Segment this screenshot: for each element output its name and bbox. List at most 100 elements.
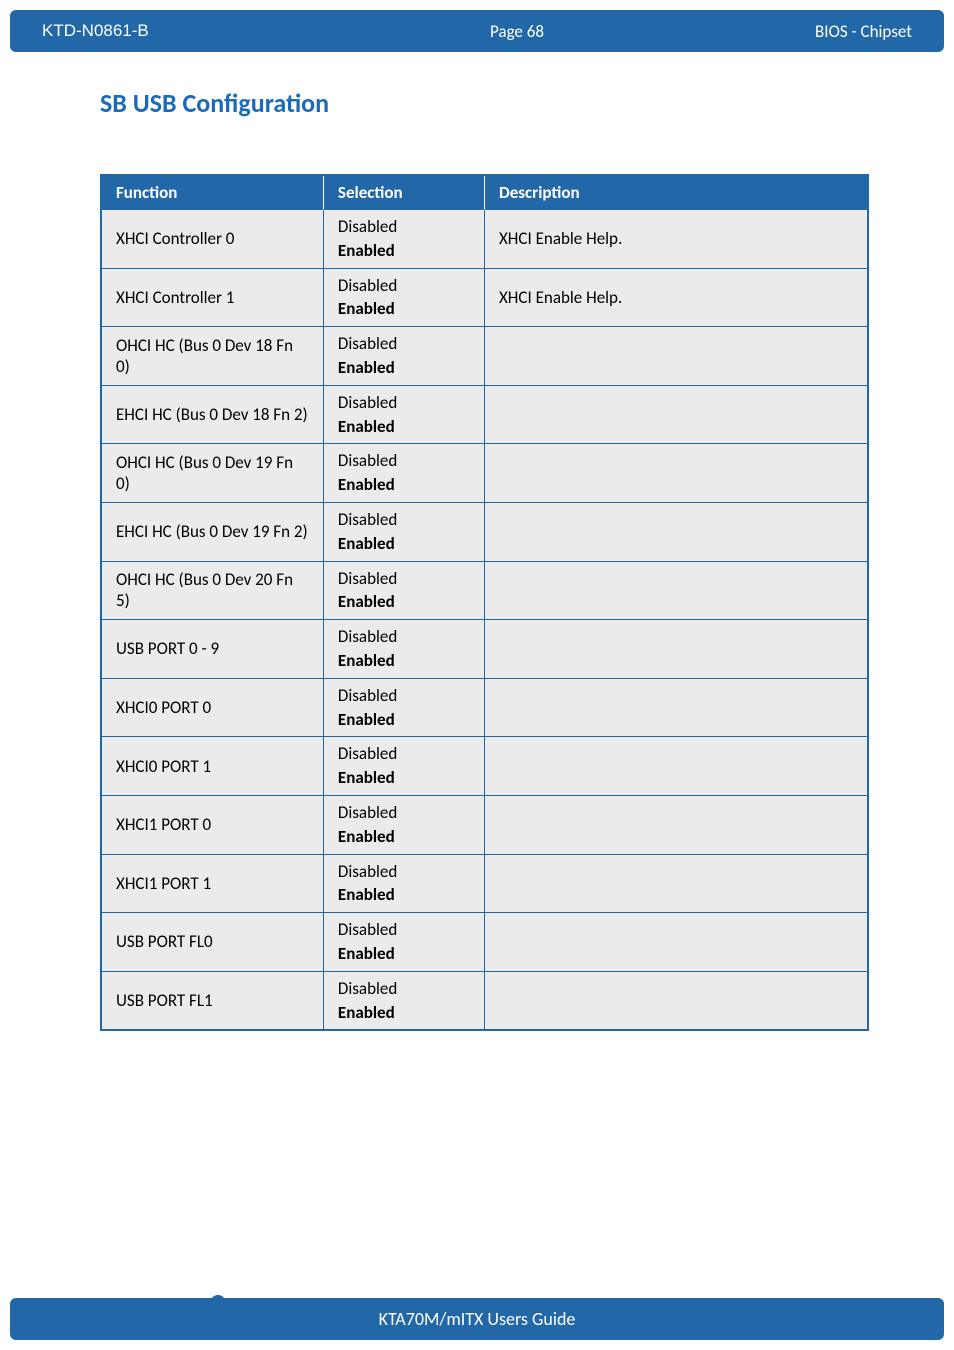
cell-selection: DisabledEnabled (323, 620, 484, 679)
table-row: OHCI HC (Bus 0 Dev 19 Fn 0)DisabledEnabl… (101, 444, 868, 503)
cell-function: USB PORT FL1 (101, 971, 323, 1030)
table-row: EHCI HC (Bus 0 Dev 18 Fn 2)DisabledEnabl… (101, 385, 868, 444)
content-area: SB USB Configuration Function Selection … (0, 52, 954, 1031)
selection-enabled: Enabled (338, 297, 470, 321)
selection-disabled: Disabled (338, 508, 470, 532)
cell-description (484, 678, 868, 737)
cell-function: XHCI0 PORT 0 (101, 678, 323, 737)
cell-function: USB PORT 0 - 9 (101, 620, 323, 679)
page: KTD-N0861-B Page 68 BIOS - Chipset SB US… (0, 0, 954, 1350)
selection-disabled: Disabled (338, 684, 470, 708)
selection-enabled: Enabled (338, 825, 470, 849)
selection-enabled: Enabled (338, 590, 470, 614)
cell-selection: DisabledEnabled (323, 327, 484, 386)
cell-description (484, 795, 868, 854)
cell-description (484, 913, 868, 972)
selection-disabled: Disabled (338, 918, 470, 942)
table-row: XHCI Controller 0DisabledEnabledXHCI Ena… (101, 210, 868, 269)
table-row: EHCI HC (Bus 0 Dev 19 Fn 2)DisabledEnabl… (101, 502, 868, 561)
selection-disabled: Disabled (338, 391, 470, 415)
cell-description: XHCI Enable Help. (484, 210, 868, 269)
cell-function: USB PORT FL0 (101, 913, 323, 972)
selection-disabled: Disabled (338, 801, 470, 825)
selection-enabled: Enabled (338, 766, 470, 790)
page-heading: SB USB Configuration (100, 87, 869, 119)
selection-enabled: Enabled (338, 883, 470, 907)
table-row: XHCI0 PORT 1DisabledEnabled (101, 737, 868, 796)
page-number: Page 68 (342, 21, 692, 42)
selection-disabled: Disabled (338, 332, 470, 356)
header-wrap: KTD-N0861-B Page 68 BIOS - Chipset (0, 0, 954, 52)
footer-wrap: KTA70M/mITX Users Guide (0, 1288, 954, 1350)
cell-description (484, 971, 868, 1030)
cell-selection: DisabledEnabled (323, 444, 484, 503)
table-row: XHCI Controller 1DisabledEnabledXHCI Ena… (101, 268, 868, 327)
selection-disabled: Disabled (338, 449, 470, 473)
cell-selection: DisabledEnabled (323, 502, 484, 561)
cell-function: OHCI HC (Bus 0 Dev 19 Fn 0) (101, 444, 323, 503)
cell-function: EHCI HC (Bus 0 Dev 19 Fn 2) (101, 502, 323, 561)
cell-selection: DisabledEnabled (323, 268, 484, 327)
table-row: USB PORT FL1DisabledEnabled (101, 971, 868, 1030)
cell-selection: DisabledEnabled (323, 678, 484, 737)
selection-disabled: Disabled (338, 977, 470, 1001)
selection-enabled: Enabled (338, 415, 470, 439)
table-row: USB PORT 0 - 9DisabledEnabled (101, 620, 868, 679)
cell-function: XHCI Controller 0 (101, 210, 323, 269)
cell-description: XHCI Enable Help. (484, 268, 868, 327)
table-row: XHCI1 PORT 1DisabledEnabled (101, 854, 868, 913)
section-label: BIOS - Chipset (692, 21, 912, 42)
cell-function: XHCI1 PORT 0 (101, 795, 323, 854)
selection-disabled: Disabled (338, 274, 470, 298)
col-selection: Selection (323, 175, 484, 210)
selection-enabled: Enabled (338, 239, 470, 263)
cell-selection: DisabledEnabled (323, 210, 484, 269)
selection-disabled: Disabled (338, 567, 470, 591)
cell-description (484, 385, 868, 444)
cell-selection: DisabledEnabled (323, 971, 484, 1030)
cell-description (484, 620, 868, 679)
table-row: XHCI0 PORT 0DisabledEnabled (101, 678, 868, 737)
cell-description (484, 444, 868, 503)
config-table: Function Selection Description XHCI Cont… (100, 174, 869, 1031)
cell-description (484, 327, 868, 386)
cell-description (484, 561, 868, 620)
col-description: Description (484, 175, 868, 210)
col-function: Function (101, 175, 323, 210)
cell-selection: DisabledEnabled (323, 913, 484, 972)
selection-enabled: Enabled (338, 1001, 470, 1025)
footer-bump-icon (210, 1295, 226, 1305)
selection-disabled: Disabled (338, 860, 470, 884)
cell-selection: DisabledEnabled (323, 854, 484, 913)
cell-selection: DisabledEnabled (323, 561, 484, 620)
cell-function: XHCI1 PORT 1 (101, 854, 323, 913)
selection-disabled: Disabled (338, 742, 470, 766)
header-bar: KTD-N0861-B Page 68 BIOS - Chipset (10, 10, 944, 52)
table-row: USB PORT FL0DisabledEnabled (101, 913, 868, 972)
cell-selection: DisabledEnabled (323, 795, 484, 854)
footer-text: KTA70M/mITX Users Guide (379, 1308, 576, 1330)
selection-enabled: Enabled (338, 356, 470, 380)
cell-function: XHCI0 PORT 1 (101, 737, 323, 796)
cell-function: EHCI HC (Bus 0 Dev 18 Fn 2) (101, 385, 323, 444)
table-row: OHCI HC (Bus 0 Dev 20 Fn 5)DisabledEnabl… (101, 561, 868, 620)
selection-enabled: Enabled (338, 649, 470, 673)
cell-selection: DisabledEnabled (323, 385, 484, 444)
selection-enabled: Enabled (338, 942, 470, 966)
selection-enabled: Enabled (338, 473, 470, 497)
cell-description (484, 502, 868, 561)
table-row: OHCI HC (Bus 0 Dev 18 Fn 0)DisabledEnabl… (101, 327, 868, 386)
cell-selection: DisabledEnabled (323, 737, 484, 796)
selection-disabled: Disabled (338, 625, 470, 649)
cell-function: OHCI HC (Bus 0 Dev 20 Fn 5) (101, 561, 323, 620)
table-row: XHCI1 PORT 0DisabledEnabled (101, 795, 868, 854)
selection-enabled: Enabled (338, 708, 470, 732)
cell-function: OHCI HC (Bus 0 Dev 18 Fn 0) (101, 327, 323, 386)
cell-description (484, 737, 868, 796)
selection-disabled: Disabled (338, 215, 470, 239)
selection-enabled: Enabled (338, 532, 470, 556)
doc-id: KTD-N0861-B (42, 21, 342, 41)
cell-description (484, 854, 868, 913)
footer-bar: KTA70M/mITX Users Guide (10, 1298, 944, 1340)
table-header-row: Function Selection Description (101, 175, 868, 210)
